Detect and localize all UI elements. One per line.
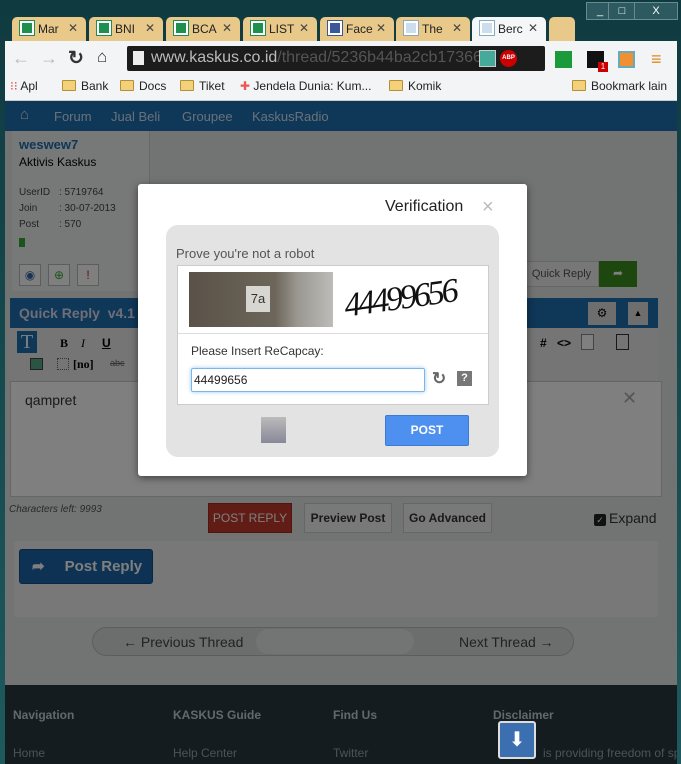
tab-label: LIST bbox=[269, 22, 295, 36]
jendela-icon: ✚ bbox=[240, 79, 254, 93]
tab[interactable]: BNI ✕ bbox=[89, 17, 163, 41]
bookmark-folder[interactable]: Tiket bbox=[180, 79, 225, 93]
refresh-captcha-icon[interactable]: ↻ bbox=[432, 369, 446, 389]
bookmark-apps[interactable]: ⁝⁝ Apl bbox=[10, 79, 38, 93]
adblock-icon[interactable]: ABP bbox=[500, 50, 517, 67]
menu-icon[interactable]: ≡ bbox=[651, 49, 662, 70]
tab-label: BCA bbox=[192, 22, 217, 36]
bookmark-folder[interactable]: Docs bbox=[120, 79, 166, 93]
tab[interactable]: LIST ✕ bbox=[243, 17, 317, 41]
extension-icon[interactable] bbox=[555, 51, 572, 68]
folder-icon bbox=[389, 80, 403, 91]
bookmark-label: Apl bbox=[20, 79, 38, 93]
close-icon[interactable]: × bbox=[482, 196, 494, 219]
scroll-down-icon[interactable]: ⬇ bbox=[498, 721, 536, 759]
folder-icon bbox=[180, 80, 194, 91]
captcha-text: 44499656 bbox=[341, 272, 458, 325]
captcha-photo-number: 7a bbox=[246, 286, 270, 312]
modal-title: Verification bbox=[385, 198, 464, 215]
tab[interactable]: Mar ✕ bbox=[12, 17, 86, 41]
close-tab-icon[interactable]: ✕ bbox=[299, 21, 309, 35]
notification-badge: 1 bbox=[598, 62, 608, 72]
tab-label: Mar bbox=[38, 22, 59, 36]
folder-icon bbox=[120, 80, 134, 91]
tab[interactable]: BCA ✕ bbox=[166, 17, 240, 41]
recaptcha-prompt: Prove you're not a robot bbox=[176, 246, 315, 261]
facebook-icon bbox=[327, 20, 343, 36]
home-icon[interactable]: ⌂ bbox=[97, 47, 107, 67]
captcha-photo: 7a bbox=[189, 272, 333, 327]
sheets-icon bbox=[19, 20, 35, 36]
bookmark-folder[interactable]: Komik bbox=[389, 79, 441, 93]
forward-icon[interactable]: → bbox=[40, 48, 58, 69]
other-bookmarks[interactable]: Bookmark lain bbox=[572, 79, 667, 93]
post-button[interactable]: POST bbox=[385, 415, 469, 446]
captcha-input[interactable] bbox=[191, 368, 425, 392]
extension-icon[interactable] bbox=[618, 51, 635, 68]
bookmark-folder[interactable]: Bank bbox=[62, 79, 108, 93]
close-tab-icon[interactable]: ✕ bbox=[68, 21, 78, 35]
page-icon bbox=[133, 51, 144, 65]
divider bbox=[178, 333, 488, 334]
tab-active[interactable]: Berc ✕ bbox=[472, 17, 546, 41]
apps-icon: ⁝⁝ bbox=[10, 79, 21, 93]
help-icon[interactable]: ? bbox=[457, 371, 472, 386]
url-host: www.kaskus.co.id bbox=[151, 49, 278, 66]
folder-icon bbox=[572, 80, 586, 91]
folder-icon bbox=[62, 80, 76, 91]
recaptcha-widget: Prove you're not a robot 7a 44499656 Ple… bbox=[166, 225, 499, 457]
bookmark-label: Jendela Dunia: Kum... bbox=[253, 79, 372, 93]
close-tab-icon[interactable]: ✕ bbox=[452, 21, 462, 35]
captcha-label: Please Insert ReCapcay: bbox=[191, 344, 324, 358]
tab-label: BNI bbox=[115, 22, 136, 36]
bookmark-label: Komik bbox=[408, 79, 442, 93]
kaskus-icon bbox=[403, 20, 419, 36]
tab-label: The bbox=[422, 22, 443, 36]
sheets-icon bbox=[250, 20, 266, 36]
tab[interactable]: Face ✕ bbox=[320, 17, 394, 41]
new-tab-button[interactable] bbox=[549, 17, 575, 41]
bookmark-label: Tiket bbox=[199, 79, 225, 93]
kaskus-icon bbox=[479, 20, 495, 36]
close-tab-icon[interactable]: ✕ bbox=[222, 21, 232, 35]
sheets-icon bbox=[173, 20, 189, 36]
tab[interactable]: The ✕ bbox=[396, 17, 470, 41]
tab-label: Berc bbox=[498, 22, 523, 36]
maximize-button[interactable]: □ bbox=[608, 2, 636, 20]
bookmark-label: Docs bbox=[139, 79, 167, 93]
captcha-panel: 7a 44499656 Please Insert ReCapcay: ↻ ? bbox=[177, 265, 489, 405]
close-tab-icon[interactable]: ✕ bbox=[528, 21, 538, 35]
download-extension-icon[interactable] bbox=[479, 50, 496, 67]
sheets-icon bbox=[96, 20, 112, 36]
bookmark-link[interactable]: ✚ Jendela Dunia: Kum... bbox=[240, 79, 371, 93]
audio-captcha-icon[interactable] bbox=[261, 417, 286, 443]
reload-icon[interactable]: ↻ bbox=[68, 47, 84, 70]
tab-label: Face bbox=[346, 22, 373, 36]
bookmark-label: Bookmark lain bbox=[591, 79, 668, 93]
verification-modal: Verification × Prove you're not a robot … bbox=[138, 184, 527, 476]
url-path: /thread/5236b44ba2cb17366 bbox=[277, 49, 482, 66]
back-icon[interactable]: ← bbox=[12, 48, 30, 69]
bookmark-label: Bank bbox=[81, 79, 109, 93]
close-tab-icon[interactable]: ✕ bbox=[376, 21, 386, 35]
close-tab-icon[interactable]: ✕ bbox=[145, 21, 155, 35]
close-window-button[interactable]: X bbox=[634, 2, 678, 20]
